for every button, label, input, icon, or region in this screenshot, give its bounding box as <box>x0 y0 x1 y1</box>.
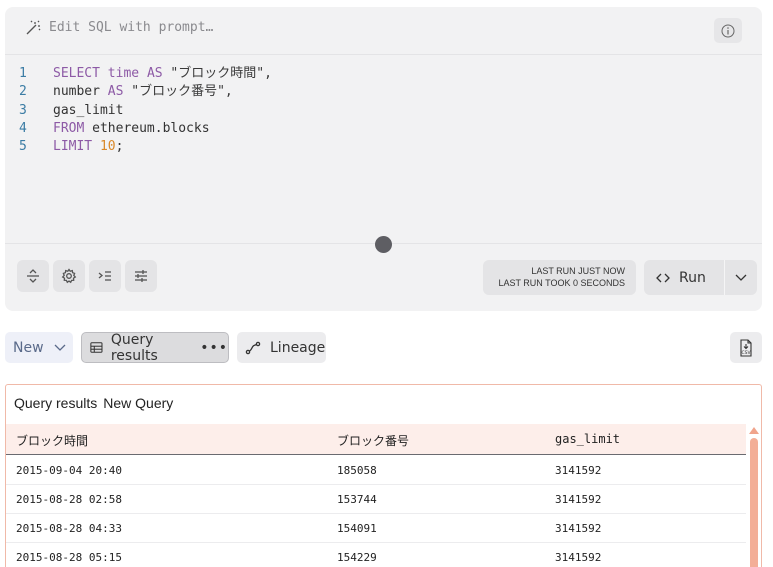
new-label: New <box>13 339 44 356</box>
code-brackets-icon <box>656 273 670 282</box>
indent-icon <box>98 271 111 281</box>
code-token: time <box>107 66 140 81</box>
code-token: gas_limit <box>53 102 124 118</box>
resize-handle[interactable] <box>375 236 392 253</box>
results-heading: Query results New Query <box>14 395 173 411</box>
options-button[interactable] <box>125 260 157 292</box>
format-button[interactable] <box>17 260 49 292</box>
code-text: LIMIT 10; <box>53 138 123 156</box>
indent-button[interactable] <box>89 260 121 292</box>
line-number: 1 <box>19 66 27 81</box>
table-cell: 2015-08-28 05:15 <box>16 551 122 564</box>
code-token: AS <box>146 66 163 81</box>
code-token: ethereum.blocks <box>84 120 210 136</box>
table-cell: 3141592 <box>555 493 602 506</box>
sql-editor-panel: Edit SQL with prompt… 1 SELECT time AS "ブ… <box>5 7 762 311</box>
code-text: SELECT time AS "ブロック時間", <box>53 65 272 83</box>
expand-collapse-icon <box>27 269 39 283</box>
run-button[interactable]: Run <box>644 260 724 295</box>
table-cell: 2015-08-28 04:33 <box>16 522 122 535</box>
code-token: FROM <box>53 120 85 136</box>
table-cell: 2015-08-28 02:58 <box>16 493 122 506</box>
table-row[interactable]: 2015-08-28 04:33 154091 3141592 <box>6 514 746 543</box>
gear-icon <box>61 268 77 284</box>
tab-query-results[interactable]: Query results ••• <box>81 331 229 364</box>
info-button[interactable] <box>714 18 742 43</box>
table-cell: 185058 <box>337 464 377 477</box>
last-run-status: LAST RUN JUST NOW <box>531 266 625 276</box>
query-name: New Query <box>103 395 174 411</box>
chevron-down-icon <box>735 274 747 281</box>
prompt-bar[interactable]: Edit SQL with prompt… <box>5 7 762 55</box>
code-text: gas_limit <box>53 102 123 120</box>
sliders-icon <box>135 270 147 282</box>
code-token: number <box>53 84 100 100</box>
table-row[interactable]: 2015-08-28 05:15 154229 3141592 <box>6 543 746 567</box>
code-token: SELECT <box>53 66 100 81</box>
code-token: "ブロック時間", <box>162 66 272 81</box>
code-token: AS <box>107 84 124 100</box>
code-text: number AS "ブロック番号", <box>53 83 233 101</box>
table-cell: 154229 <box>337 551 377 564</box>
line-number: 4 <box>19 120 27 136</box>
code-text: FROM ethereum.blocks <box>53 120 210 138</box>
code-token: ; <box>115 139 124 155</box>
info-icon <box>721 24 735 37</box>
magic-wand-icon <box>25 20 41 36</box>
table-cell: 154091 <box>337 522 377 535</box>
tab-query-results-label: Query results <box>110 331 158 364</box>
settings-button[interactable] <box>53 260 85 292</box>
code-token: "ブロック番号", <box>123 84 233 100</box>
more-options-icon[interactable]: ••• <box>200 340 228 356</box>
run-button-group: Run <box>644 260 757 295</box>
prompt-input[interactable]: Edit SQL with prompt… <box>49 20 213 35</box>
lineage-icon <box>245 341 261 354</box>
table-cell: 3141592 <box>555 522 602 535</box>
scrollbar-thumb[interactable] <box>750 438 758 567</box>
last-run-info: LAST RUN JUST NOW LAST RUN TOOK 0 SECOND… <box>483 260 636 295</box>
chevron-down-icon <box>54 344 66 351</box>
tab-lineage-label: Lineage <box>270 339 326 356</box>
query-results-panel: Query results New Query ブロック時間 ブロック番号 gas… <box>5 384 762 567</box>
run-options-dropdown[interactable] <box>725 260 757 295</box>
results-title: Query results <box>14 395 98 411</box>
code-token: LIMIT <box>53 139 93 155</box>
run-label: Run <box>679 269 706 286</box>
svg-text:CSV: CSV <box>741 350 751 356</box>
line-number: 3 <box>19 102 27 118</box>
last-run-duration: LAST RUN TOOK 0 SECONDS <box>498 278 625 288</box>
column-header[interactable]: ブロック番号 <box>337 432 409 449</box>
table-icon <box>90 342 103 353</box>
csv-file-icon: CSV <box>740 338 752 357</box>
export-csv-button[interactable]: CSV <box>730 332 762 363</box>
table-cell: 153744 <box>337 493 377 506</box>
column-header[interactable]: gas_limit <box>555 432 620 446</box>
new-dropdown[interactable]: New <box>5 332 73 363</box>
table-cell: 3141592 <box>555 551 602 564</box>
scroll-up-arrow-icon[interactable] <box>749 427 759 434</box>
line-number: 5 <box>19 139 27 155</box>
line-number: 2 <box>19 84 27 100</box>
table-cell: 2015-09-04 20:40 <box>16 464 122 477</box>
table-header: ブロック時間 ブロック番号 gas_limit <box>6 424 746 455</box>
code-token: 10 <box>99 139 116 155</box>
tab-lineage[interactable]: Lineage <box>237 332 326 363</box>
column-header[interactable]: ブロック時間 <box>16 432 88 449</box>
table-row[interactable]: 2015-08-28 02:58 153744 3141592 <box>6 485 746 514</box>
results-scrollbar[interactable] <box>746 424 761 567</box>
table-cell: 3141592 <box>555 464 602 477</box>
table-row[interactable]: 2015-09-04 20:40 185058 3141592 <box>6 456 746 485</box>
